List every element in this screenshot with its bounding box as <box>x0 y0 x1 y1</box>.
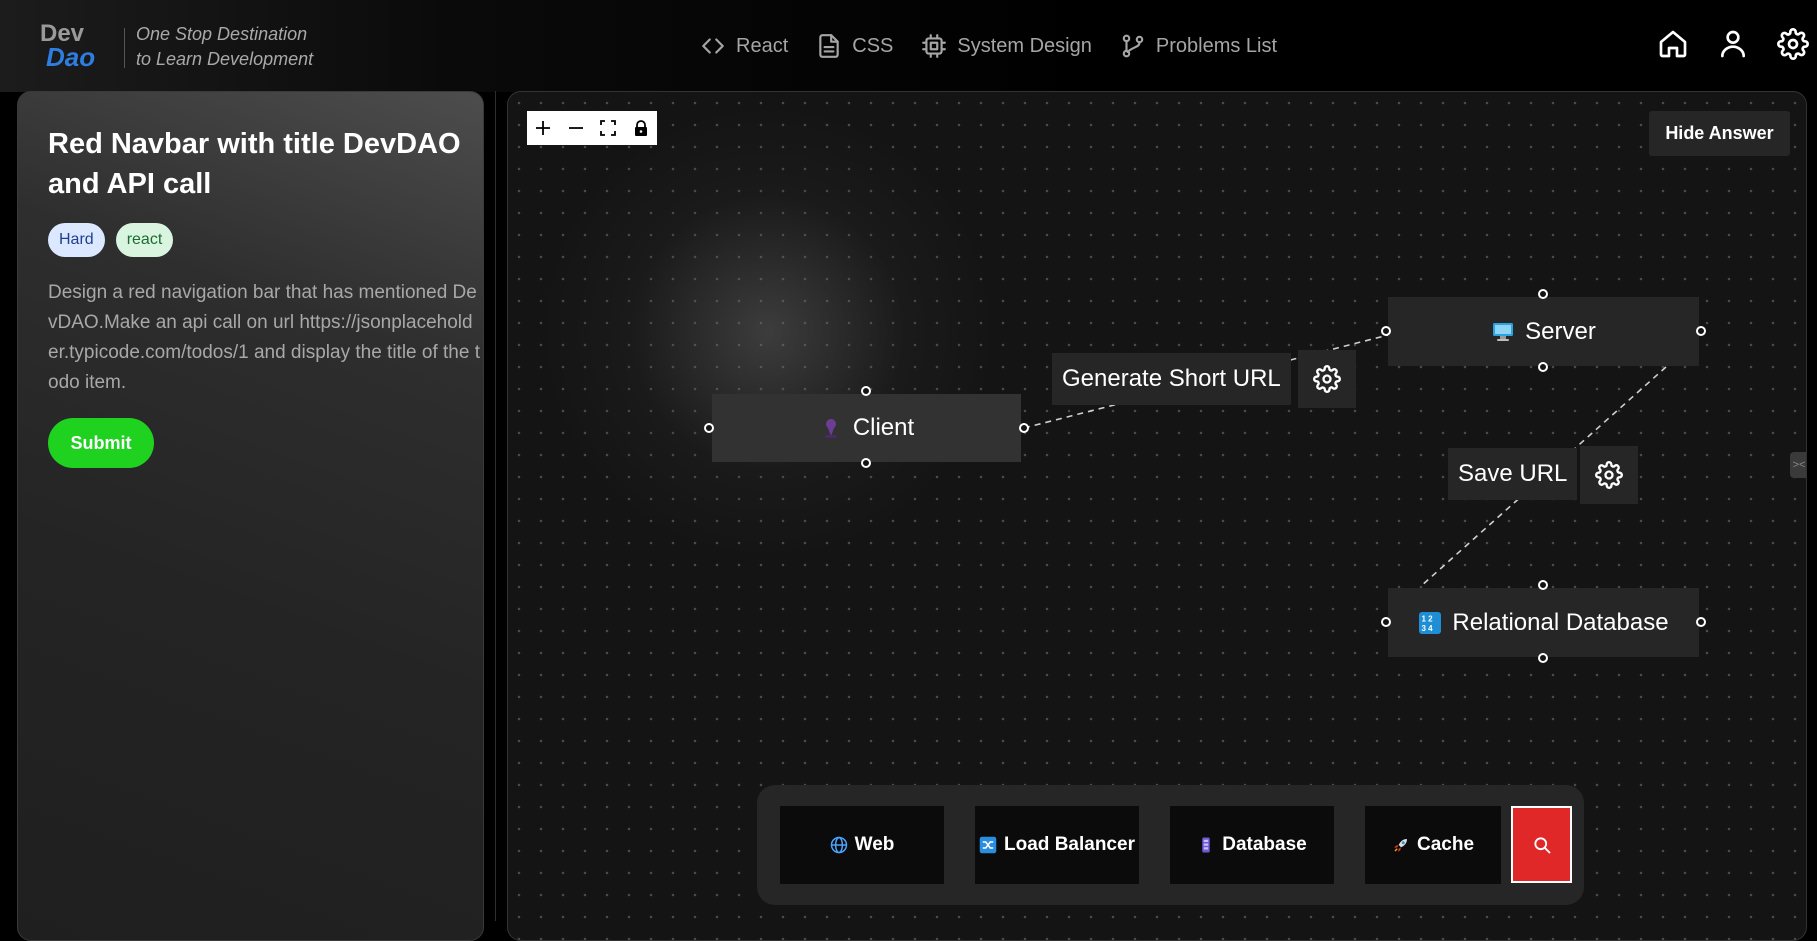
database-icon <box>1202 837 1210 853</box>
server-handle-bottom[interactable] <box>1538 362 1548 372</box>
database-handle-top[interactable] <box>1538 580 1548 590</box>
svg-text:1 2: 1 2 <box>1422 614 1434 623</box>
palette-load-balancer[interactable]: Load Balancer <box>975 806 1139 884</box>
user-icon[interactable] <box>1717 28 1749 60</box>
gear-icon <box>1595 461 1623 489</box>
palette-web[interactable]: Web <box>780 806 944 884</box>
nav-system-design-label: System Design <box>957 34 1092 57</box>
rocket-icon <box>1394 839 1407 852</box>
client-handle-right[interactable] <box>1019 423 1029 433</box>
palette-database[interactable]: Database <box>1170 806 1334 884</box>
client-handle-left[interactable] <box>704 423 714 433</box>
palette-search-button[interactable] <box>1511 806 1572 883</box>
server-node-label: Server <box>1525 317 1596 345</box>
chip-icon <box>922 34 947 58</box>
client-node[interactable]: Client <box>712 394 1021 462</box>
search-icon <box>1533 836 1550 853</box>
server-node[interactable]: Server <box>1388 297 1699 366</box>
code-icon <box>702 38 724 54</box>
difficulty-badge: Hard <box>48 223 105 257</box>
relational-database-node[interactable]: 1 23 4 Relational Database <box>1388 588 1699 657</box>
palette-database-label: Database <box>1222 834 1307 855</box>
person-icon <box>824 419 837 438</box>
devdao-logo[interactable]: Dev Dao <box>38 18 114 70</box>
top-header: Dev Dao One Stop Destination to Learn De… <box>0 0 1817 92</box>
database-handle-left[interactable] <box>1381 617 1391 627</box>
nav-css[interactable]: CSS <box>816 33 893 59</box>
server-handle-top[interactable] <box>1538 289 1548 299</box>
client-handle-bottom[interactable] <box>861 458 871 468</box>
server-handle-left[interactable] <box>1381 326 1391 336</box>
edge-label-generate-short-url[interactable]: Generate Short URL <box>1052 353 1291 405</box>
shuffle-icon <box>979 836 997 854</box>
numbers-icon: 1 23 4 <box>1419 611 1442 634</box>
nav-react[interactable]: React <box>700 33 788 59</box>
server-handle-right[interactable] <box>1696 326 1706 336</box>
tagline-line-2: to Learn Development <box>136 49 314 69</box>
svg-text:3 4: 3 4 <box>1422 624 1434 633</box>
side-panel-toggle[interactable]: >< <box>1790 452 1806 478</box>
topic-badge: react <box>115 223 174 257</box>
nav-css-label: CSS <box>852 34 894 57</box>
problem-description: Design a red navigation bar that has men… <box>48 282 480 393</box>
nav-react-label: React <box>736 34 789 57</box>
logo-divider <box>124 28 125 68</box>
tagline-line-1: One Stop Destination <box>136 24 308 44</box>
globe-icon <box>830 836 847 854</box>
edge-settings-generate[interactable] <box>1298 350 1356 408</box>
edge-settings-save[interactable] <box>1580 446 1638 504</box>
settings-icon[interactable] <box>1777 28 1809 60</box>
database-handle-right[interactable] <box>1696 617 1706 627</box>
nav-system-design[interactable]: System Design <box>921 33 1092 59</box>
nav-problems-list-label: Problems List <box>1155 34 1278 57</box>
palette-load-balancer-label: Load Balancer <box>1004 834 1135 855</box>
diagram-canvas[interactable]: Hide Answer Client Server 1 23 4 Relatio… <box>507 91 1807 941</box>
logo-text-dao: Dao <box>46 42 95 70</box>
git-branch-icon <box>1122 34 1144 58</box>
palette-cache[interactable]: Cache <box>1365 806 1501 884</box>
edge-label-save-url[interactable]: Save URL <box>1448 448 1578 500</box>
header-actions <box>1657 28 1817 60</box>
problem-tags: Hard react <box>48 223 174 257</box>
submit-button[interactable]: Submit <box>48 418 154 468</box>
component-palette: Web Load Balancer Database Cache <box>757 785 1584 905</box>
relational-database-node-label: Relational Database <box>1452 608 1669 636</box>
problem-panel: Red Navbar with title DevDAO and API cal… <box>17 91 484 941</box>
palette-web-label: Web <box>854 834 895 855</box>
monitor-icon <box>1493 322 1514 341</box>
client-handle-top[interactable] <box>861 386 871 396</box>
panel-divider[interactable] <box>495 91 496 921</box>
palette-cache-label: Cache <box>1416 834 1475 855</box>
home-icon[interactable] <box>1657 28 1689 60</box>
file-icon <box>819 34 839 58</box>
problem-title: Red Navbar with title DevDAO and API cal… <box>48 128 461 200</box>
gear-icon <box>1313 365 1341 393</box>
client-node-label: Client <box>852 414 915 441</box>
nav-problems-list[interactable]: Problems List <box>1120 33 1277 59</box>
main-nav: React CSS System Design Problems List <box>700 28 1277 64</box>
tagline: One Stop Destination to Learn Developmen… <box>136 22 313 72</box>
database-handle-bottom[interactable] <box>1538 653 1548 663</box>
